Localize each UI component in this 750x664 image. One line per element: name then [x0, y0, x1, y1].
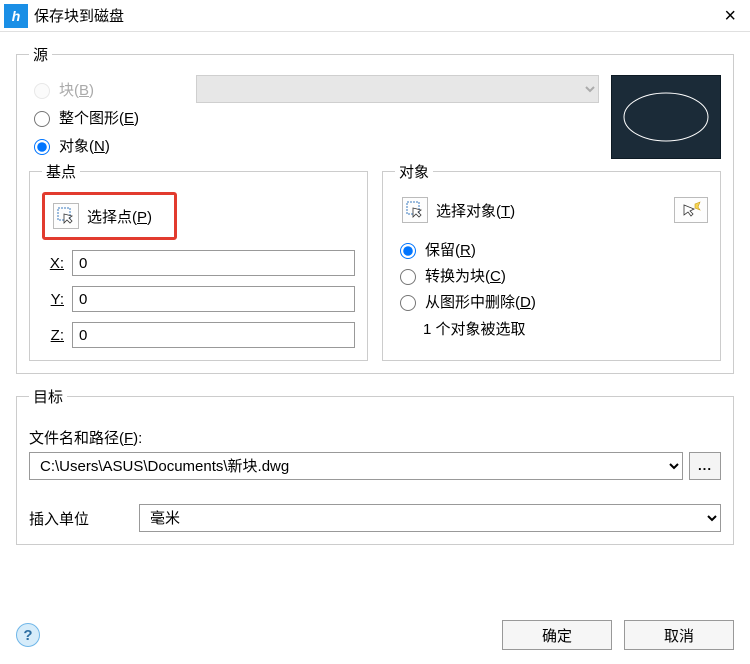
radio-retain-label: 保留(R): [425, 239, 476, 260]
source-group: 源 块(B) 整个图形(E) 对象(N): [16, 44, 734, 374]
radio-retain[interactable]: [400, 243, 416, 259]
close-button[interactable]: ×: [718, 6, 742, 26]
radio-block: [34, 83, 50, 99]
destination-group: 目标 文件名和路径(F): C:\Users\ASUS\Documents\新块…: [16, 386, 734, 545]
ok-button[interactable]: 确定: [502, 620, 612, 650]
objects-legend: 对象: [395, 161, 433, 182]
radio-objects-label: 对象(N): [59, 135, 110, 156]
radio-objects[interactable]: [34, 139, 50, 155]
base-point-legend: 基点: [42, 161, 80, 182]
select-objects-icon: [402, 197, 428, 223]
help-button[interactable]: ?: [16, 623, 40, 647]
path-label: 文件名和路径(F):: [29, 427, 721, 448]
cancel-button[interactable]: 取消: [624, 620, 734, 650]
base-point-group: 基点 选择点(P) X:: [29, 161, 368, 361]
block-name-select: [196, 75, 599, 103]
objects-group: 对象 选择对象(T): [382, 161, 721, 361]
pick-point-icon: [53, 203, 79, 229]
select-objects-button[interactable]: 选择对象(T): [395, 192, 526, 228]
browse-button[interactable]: ...: [689, 452, 721, 480]
select-objects-label: 选择对象(T): [436, 200, 515, 221]
window-title: 保存块到磁盘: [34, 5, 124, 26]
radio-delete[interactable]: [400, 295, 416, 311]
z-label: Z:: [42, 327, 64, 344]
block-preview: [611, 75, 721, 159]
x-input[interactable]: [72, 250, 355, 276]
title-bar: h 保存块到磁盘 ×: [0, 0, 750, 32]
y-label: Y:: [42, 291, 64, 308]
units-label: 插入单位: [29, 508, 119, 529]
units-select[interactable]: 毫米: [139, 504, 721, 532]
objects-status: 1 个对象被选取: [423, 318, 708, 339]
radio-whole-drawing[interactable]: [34, 111, 50, 127]
destination-legend: 目标: [29, 386, 67, 407]
radio-whole-label: 整个图形(E): [59, 107, 139, 128]
path-select[interactable]: C:\Users\ASUS\Documents\新块.dwg: [29, 452, 683, 480]
source-legend: 源: [29, 44, 52, 65]
radio-delete-label: 从图形中删除(D): [425, 291, 536, 312]
pick-point-label: 选择点(P): [87, 206, 152, 227]
pick-point-button[interactable]: 选择点(P): [42, 192, 177, 240]
x-label: X:: [42, 255, 64, 272]
radio-convert[interactable]: [400, 269, 416, 285]
radio-block-label: 块(B): [59, 79, 94, 100]
radio-convert-label: 转换为块(C): [425, 265, 506, 286]
app-icon: h: [4, 4, 28, 28]
y-input[interactable]: [72, 286, 355, 312]
quick-select-button[interactable]: [674, 197, 708, 223]
z-input[interactable]: [72, 322, 355, 348]
